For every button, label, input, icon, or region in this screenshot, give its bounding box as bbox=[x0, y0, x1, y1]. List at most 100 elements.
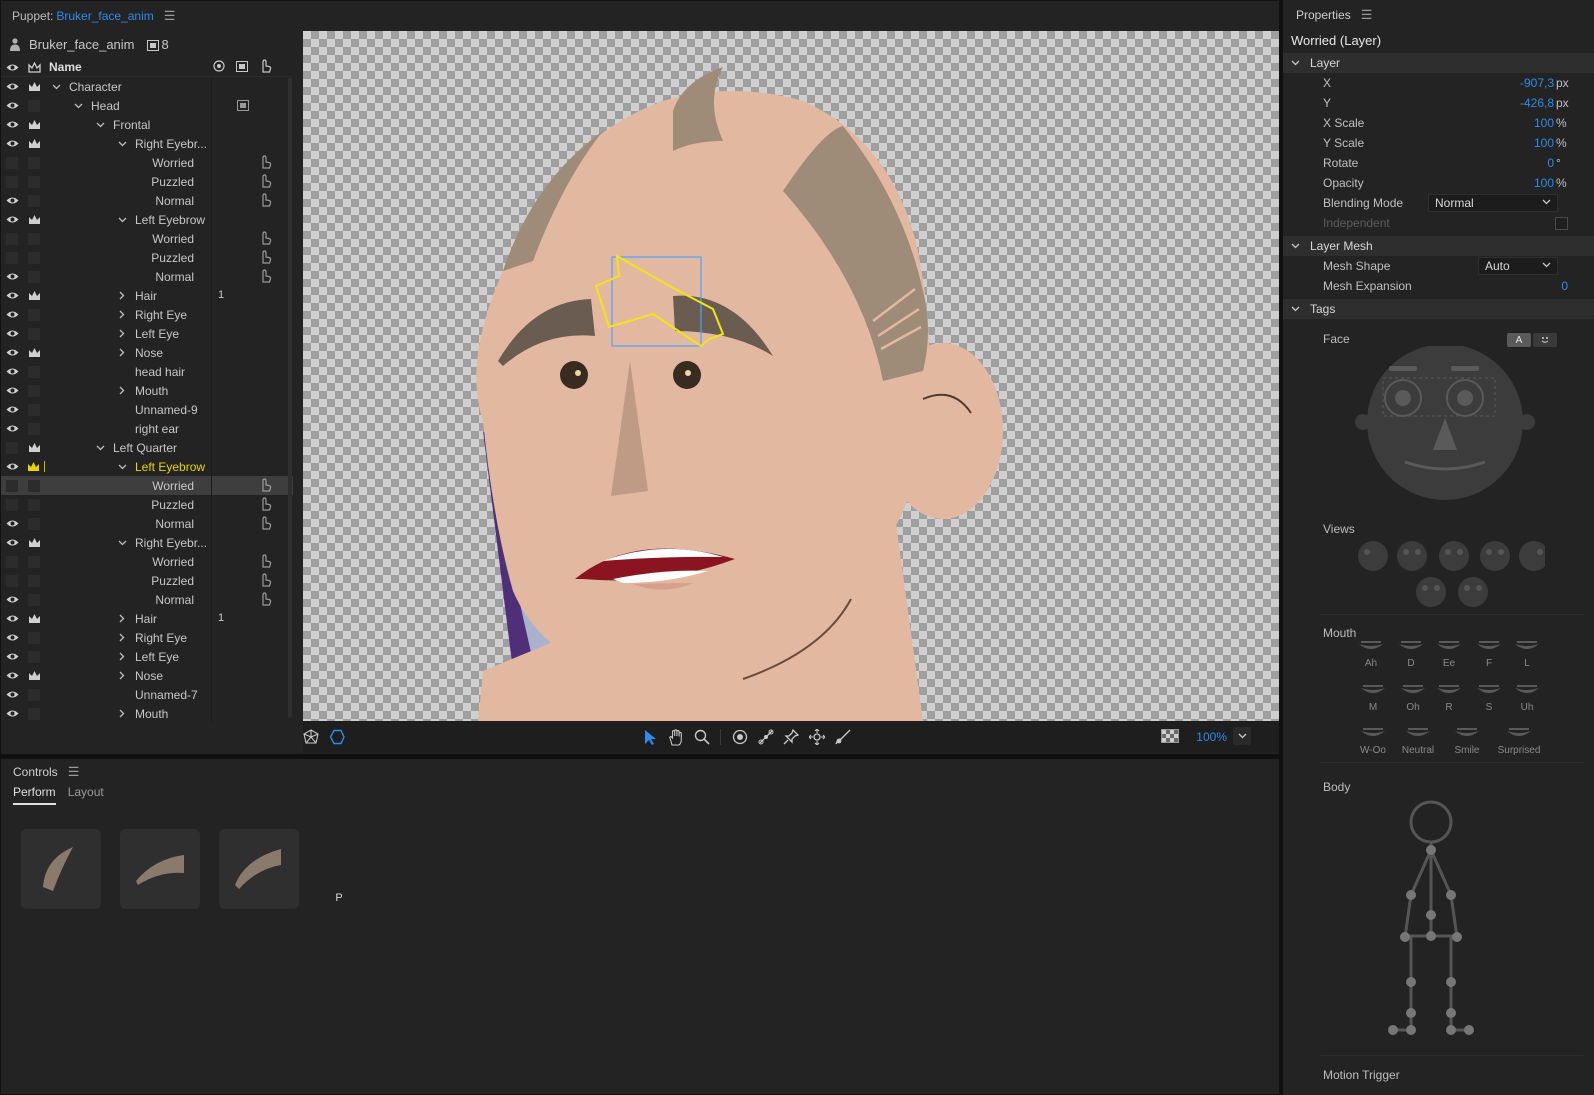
trigger-icon[interactable] bbox=[259, 250, 272, 267]
chevron-right-icon[interactable] bbox=[117, 652, 127, 661]
chevron-down-icon[interactable] bbox=[95, 445, 105, 451]
chevron-down-icon[interactable] bbox=[117, 540, 127, 546]
puppet-canvas[interactable] bbox=[303, 31, 1279, 721]
chevron-down-icon[interactable] bbox=[117, 464, 127, 470]
mouth-shape-icon[interactable] bbox=[1399, 684, 1427, 701]
crown-empty-toggle[interactable] bbox=[23, 194, 45, 207]
mouth-shape-icon[interactable] bbox=[1513, 684, 1541, 701]
layer-row[interactable]: Puzzled bbox=[1, 248, 293, 267]
crown-empty-toggle[interactable] bbox=[23, 156, 45, 169]
chevron-right-icon[interactable] bbox=[117, 348, 127, 357]
select-arrow-icon[interactable] bbox=[643, 729, 657, 746]
mouth-shape-icon[interactable] bbox=[1475, 640, 1503, 657]
mouth-shape-icon[interactable] bbox=[1505, 727, 1533, 744]
layer-row[interactable]: Unnamed-7 bbox=[1, 685, 293, 704]
crown-empty-toggle[interactable] bbox=[23, 650, 45, 663]
section-tags[interactable]: Tags bbox=[1283, 299, 1594, 319]
tab-perform[interactable]: Perform bbox=[13, 785, 56, 805]
crown-empty-toggle[interactable] bbox=[23, 365, 45, 378]
face-tag-visual-button[interactable] bbox=[1533, 333, 1557, 347]
chevron-down-icon[interactable] bbox=[73, 103, 83, 109]
crown-empty-toggle[interactable] bbox=[23, 232, 45, 245]
opacity-value[interactable]: 100 bbox=[1534, 176, 1554, 190]
chevron-down-icon[interactable] bbox=[117, 141, 127, 147]
chevron-down-icon[interactable] bbox=[117, 217, 127, 223]
layer-row[interactable]: head hair bbox=[1, 362, 293, 381]
crown-empty-toggle[interactable] bbox=[23, 403, 45, 416]
pin-icon[interactable] bbox=[783, 729, 799, 745]
layer-row[interactable]: Head bbox=[1, 96, 293, 115]
crown-icon[interactable] bbox=[23, 537, 45, 548]
eye-icon[interactable] bbox=[1, 595, 23, 604]
eye-hidden-toggle[interactable] bbox=[1, 498, 23, 511]
trigger-icon[interactable] bbox=[259, 193, 272, 210]
mouth-shape-icon[interactable] bbox=[1397, 640, 1425, 657]
layer-scrollbar[interactable] bbox=[288, 78, 292, 718]
face-tag-text-button[interactable]: A bbox=[1507, 333, 1531, 347]
x-scale-value[interactable]: 100 bbox=[1534, 116, 1554, 130]
eye-icon[interactable] bbox=[1, 652, 23, 661]
layer-row[interactable]: Worried bbox=[1, 552, 293, 571]
trigger-icon[interactable] bbox=[259, 573, 272, 590]
layer-row[interactable]: Hair 1 bbox=[1, 286, 293, 305]
crown-empty-toggle[interactable] bbox=[23, 327, 45, 340]
crown-icon[interactable] bbox=[23, 138, 45, 149]
layer-row[interactable]: Worried bbox=[1, 153, 293, 172]
chevron-right-icon[interactable] bbox=[117, 329, 127, 338]
eye-icon[interactable] bbox=[1, 329, 23, 338]
layer-row[interactable]: Puzzled bbox=[1, 495, 293, 514]
mouth-shape-icon[interactable] bbox=[1435, 684, 1463, 701]
chevron-right-icon[interactable] bbox=[117, 614, 127, 623]
x-value[interactable]: -907,3 bbox=[1520, 76, 1554, 90]
layer-row[interactable]: Right Eye bbox=[1, 305, 293, 324]
mesh-expansion-value[interactable]: 0 bbox=[1561, 279, 1568, 293]
eye-icon[interactable] bbox=[1, 348, 23, 357]
eye-icon[interactable] bbox=[1, 633, 23, 642]
crown-icon[interactable] bbox=[23, 61, 45, 73]
eye-hidden-toggle[interactable] bbox=[1, 574, 23, 587]
eye-hidden-toggle[interactable] bbox=[1, 441, 23, 454]
eye-icon[interactable] bbox=[1, 196, 23, 205]
body-tag-diagram[interactable] bbox=[1383, 800, 1503, 1050]
layer-row[interactable]: Puzzled bbox=[1, 571, 293, 590]
eye-icon[interactable] bbox=[1, 120, 23, 129]
layer-row[interactable]: Hair 1 bbox=[1, 609, 293, 628]
mouth-shape-icon[interactable] bbox=[1359, 684, 1387, 701]
zoom-icon[interactable] bbox=[694, 729, 710, 745]
layer-row[interactable]: Puzzled bbox=[1, 172, 293, 191]
face-tag-diagram[interactable] bbox=[1355, 346, 1535, 506]
eye-icon[interactable] bbox=[1, 462, 23, 471]
layer-outline-icon[interactable] bbox=[329, 729, 345, 745]
trigger-icon[interactable] bbox=[259, 497, 272, 514]
crown-icon[interactable] bbox=[23, 214, 45, 225]
zoom-readout[interactable]: 100% bbox=[1196, 730, 1227, 744]
puppet-artwork[interactable] bbox=[303, 31, 1279, 721]
independent-checkbox[interactable] bbox=[1555, 216, 1568, 230]
draw-handle-icon[interactable] bbox=[835, 729, 851, 745]
eye-icon[interactable] bbox=[1, 386, 23, 395]
puppet-name-link[interactable]: Bruker_face_anim bbox=[56, 9, 153, 23]
mouth-shape-icon[interactable] bbox=[1404, 727, 1432, 744]
crown-icon[interactable] bbox=[23, 290, 45, 301]
mesh-shape-select[interactable]: Auto bbox=[1478, 257, 1558, 275]
eye-icon[interactable] bbox=[1, 614, 23, 623]
crown-empty-toggle[interactable] bbox=[23, 498, 45, 511]
rotate-value[interactable]: 0 bbox=[1547, 156, 1554, 170]
chevron-right-icon[interactable] bbox=[117, 633, 127, 642]
mouth-shape-icon[interactable] bbox=[1357, 640, 1385, 657]
eye-icon[interactable] bbox=[1, 101, 23, 110]
layer-root-row[interactable]: Bruker_face_anim 8 bbox=[1, 31, 293, 58]
stick-icon[interactable] bbox=[758, 729, 774, 745]
chevron-down-icon[interactable] bbox=[51, 84, 61, 90]
eye-icon[interactable] bbox=[1, 424, 23, 433]
eye-icon[interactable] bbox=[1, 139, 23, 148]
y-scale-value[interactable]: 100 bbox=[1534, 136, 1554, 150]
eye-icon[interactable] bbox=[1, 63, 23, 72]
eye-icon[interactable] bbox=[1, 215, 23, 224]
eye-icon[interactable] bbox=[1, 538, 23, 547]
eye-icon[interactable] bbox=[1, 367, 23, 376]
eye-icon[interactable] bbox=[1, 310, 23, 319]
mouth-shape-icon[interactable] bbox=[1513, 640, 1541, 657]
mouth-shape-icon[interactable] bbox=[1359, 727, 1387, 744]
crown-icon[interactable] bbox=[23, 442, 45, 453]
